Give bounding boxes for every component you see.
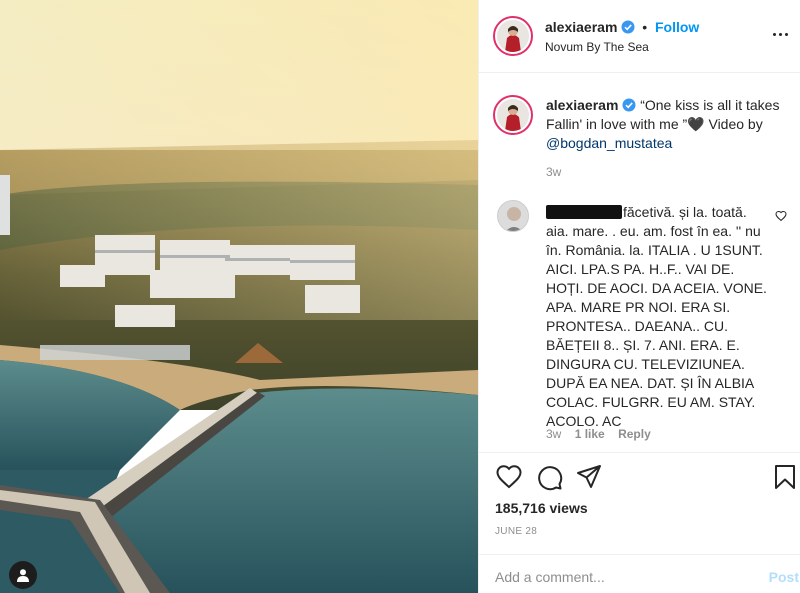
verified-badge-icon [621,20,635,34]
comment-likes[interactable]: 1 like [575,427,605,441]
caption-timestamp[interactable]: 3w [546,165,561,179]
commenter-avatar[interactable] [497,200,529,232]
aerial-beach-photo [0,0,478,593]
user-tag-icon [17,569,29,582]
commenter-photo [498,201,528,231]
post-header: alexiaeram • Follow Novum By The Sea [479,0,800,73]
reply-button[interactable]: Reply [618,427,651,441]
bookmark-icon[interactable] [771,463,799,491]
redacted-username [546,205,622,219]
author-photo [497,20,529,52]
header-title-line: alexiaeram • Follow [545,19,699,35]
comment-composer: Post [479,554,800,593]
caption-username[interactable]: alexiaeram [546,97,618,113]
post-comment-button[interactable]: Post [769,569,799,585]
verified-badge-icon [622,98,636,112]
comment-meta: 3w 1 like Reply [546,427,661,441]
caption-mention-link[interactable]: @bogdan_mustatea [546,135,672,151]
comment-like-icon[interactable] [775,210,787,222]
follow-button[interactable]: Follow [655,19,699,35]
more-options-icon[interactable] [773,28,795,40]
comment-timestamp[interactable]: 3w [546,427,561,441]
caption-avatar[interactable] [493,95,533,135]
comment-bubble-icon[interactable] [535,463,563,491]
caption-text: alexiaeram “One kiss is all it takes Fal… [546,96,796,153]
post-date[interactable]: JUNE 28 [495,526,537,537]
author-avatar[interactable] [493,16,533,56]
comment-body: făcetivă. și la. toată. aia. mare. . eu.… [546,204,767,429]
paper-plane-icon[interactable] [575,463,603,491]
comment-input[interactable] [495,567,735,587]
heart-icon[interactable] [495,463,523,491]
comment-text: făcetivă. și la. toată. aia. mare. . eu.… [546,203,771,431]
caption-author-photo [497,99,529,131]
post-actions: 185,716 views JUNE 28 Post [479,452,800,593]
header-separator: • [642,19,648,35]
post-media[interactable] [0,0,478,593]
view-count[interactable]: 185,716 views [495,500,588,516]
author-username[interactable]: alexiaeram [545,19,617,35]
location-link[interactable]: Novum By The Sea [545,40,649,54]
user-tag-button[interactable] [9,561,37,589]
post-side-panel: alexiaeram • Follow Novum By The Sea ale… [478,0,800,593]
